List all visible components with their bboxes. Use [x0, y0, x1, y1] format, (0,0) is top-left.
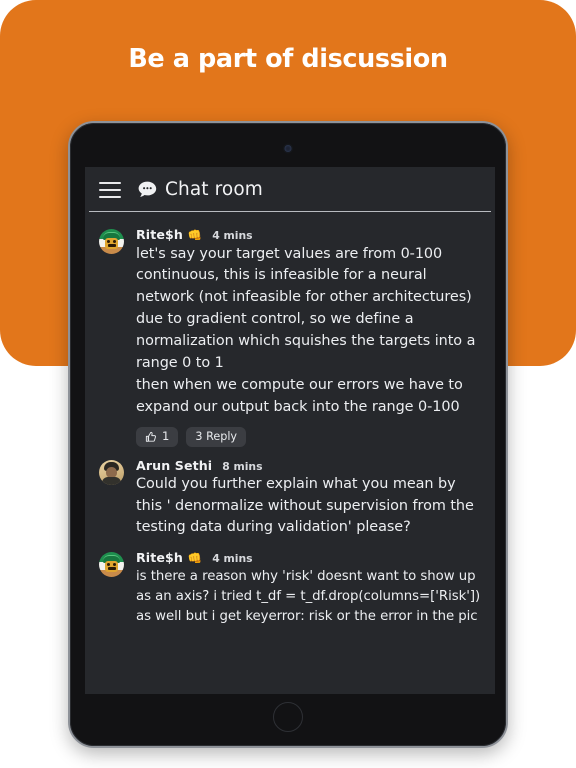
message-body: Arun Sethi 8 mins Could you further expl…	[136, 458, 481, 540]
message-header: Arun Sethi 8 mins	[136, 458, 481, 473]
camera-dot-icon	[284, 145, 292, 152]
app-screen: Chat room Rite$h 👊 4 mins let's say your…	[85, 167, 495, 694]
fist-bump-emoji: 👊	[187, 230, 203, 242]
message-header: Rite$h 👊 4 mins	[136, 227, 481, 243]
page-title: Be a part of discussion	[128, 44, 448, 74]
reply-button[interactable]: 3 Reply	[186, 426, 247, 447]
message-timestamp: 4 mins	[212, 229, 253, 242]
fist-bump-emoji: 👊	[187, 553, 203, 566]
like-button[interactable]: 1	[136, 426, 179, 447]
screenshot-root: Be a part of discussion Chat room Rite$h…	[0, 0, 576, 768]
avatar-ritesh[interactable]	[99, 552, 124, 578]
message-body: Rite$h 👊 4 mins let's say your target va…	[136, 227, 481, 447]
message-body: Rite$h 👊 4 mins is there a reason why 'r…	[136, 550, 481, 627]
avatar-arun[interactable]	[99, 459, 124, 485]
message-author: Arun Sethi	[136, 457, 213, 473]
message-item: Arun Sethi 8 mins Could you further expl…	[85, 453, 495, 540]
message-text: let's say your target values are from 0-…	[136, 245, 476, 415]
home-circle-icon[interactable]	[273, 702, 303, 732]
message-item: Rite$h 👊 4 mins is there a reason why 'r…	[85, 545, 495, 627]
message-timestamp: 4 mins	[212, 552, 253, 566]
chat-bubble-icon	[138, 181, 157, 197]
message-feed[interactable]: Rite$h 👊 4 mins let's say your target va…	[85, 212, 495, 694]
avatar-ritesh[interactable]	[99, 229, 124, 254]
message-text: is there a reason why 'risk' doesnt want…	[136, 568, 481, 625]
message-actions: 1 3 Reply	[136, 426, 481, 447]
message-item: Rite$h 👊 4 mins let's say your target va…	[85, 222, 495, 447]
message-timestamp: 8 mins	[222, 459, 263, 473]
hamburger-menu-icon[interactable]	[99, 181, 121, 198]
like-count: 1	[162, 428, 170, 443]
message-text: Could you further explain what you mean …	[136, 475, 474, 536]
message-author: Rite$h	[136, 550, 183, 566]
message-author: Rite$h	[136, 227, 183, 242]
message-header: Rite$h 👊 4 mins	[136, 550, 481, 566]
thumbs-up-icon	[145, 431, 156, 442]
app-bar: Chat room	[85, 167, 495, 212]
tablet-device: Chat room Rite$h 👊 4 mins let's say your…	[68, 121, 508, 748]
app-title: Chat room	[165, 179, 263, 200]
